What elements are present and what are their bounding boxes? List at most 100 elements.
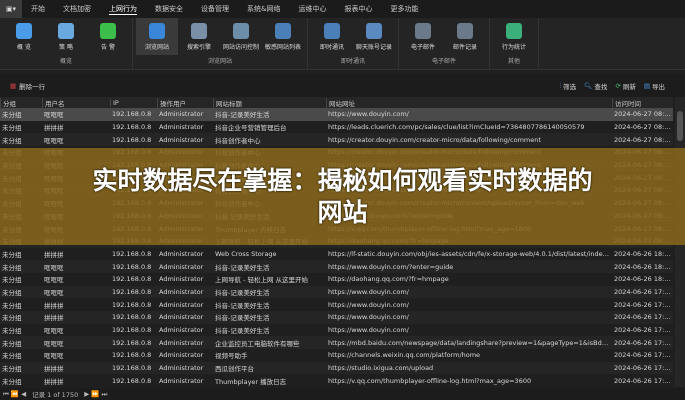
table-cell: Administrator xyxy=(159,249,204,258)
table-row[interactable]: 未分组 哐哐哐 192.168.0.8 Administrator 抖音-记录美好生活 h… xyxy=(0,108,673,121)
menu-tab[interactable]: 运维中心 xyxy=(289,4,335,14)
ribbon-button[interactable]: 搜索引擎 xyxy=(178,18,220,55)
table-cell: 192.168.0.8 xyxy=(112,364,152,373)
menu-tab[interactable]: 数据安全 xyxy=(146,4,192,14)
table-cell: 192.168.0.8 xyxy=(112,351,152,360)
table-cell: 未分组 xyxy=(2,136,22,145)
ribbon-button[interactable]: 告 警 xyxy=(87,18,129,55)
ribbon-icon xyxy=(149,22,165,39)
table-cell: 192.168.0.8 xyxy=(112,262,152,271)
ribbon-icon xyxy=(324,22,340,39)
table-cell: 未分组 xyxy=(2,250,22,259)
table-row[interactable]: 未分组 拼拼拼 192.168.0.8 Administrator 抖音企业号营销管理后… xyxy=(0,121,673,134)
table-cell: 未分组 xyxy=(2,263,22,272)
table-cell: 哐哐哐 xyxy=(44,288,64,297)
menu-tab[interactable]: 系统&网络 xyxy=(238,4,289,14)
table-row[interactable]: 未分组 拼拼拼 192.168.0.8 Administrator Thumbplaye… xyxy=(0,374,673,387)
refresh-button[interactable]: ⟳ 刷新 xyxy=(615,81,635,91)
table-row[interactable]: 未分组 哐哐哐 192.168.0.8 Administrator 企业监控员工电脑软件… xyxy=(0,336,673,350)
pager-next-buttons[interactable]: ▶ ⏩ ⏭ xyxy=(84,390,107,399)
table-cell: 未分组 xyxy=(2,352,22,361)
menu-tab[interactable]: 上网行为 xyxy=(100,4,146,14)
table-cell: 未分组 xyxy=(2,288,22,297)
table-cell: https://www.douyin.com/ xyxy=(328,287,409,296)
ribbon-icon xyxy=(16,22,32,39)
table-cell: 192.168.0.8 xyxy=(112,110,152,119)
ribbon-group: 概 览 策 略 告 警概览 xyxy=(0,18,133,69)
column-header[interactable]: 访问时间 xyxy=(612,97,673,108)
column-header[interactable]: 分组 xyxy=(0,97,42,108)
table-cell: 2024-06-27 08:51:21 xyxy=(614,123,673,132)
calendar-delete-icon: ▦ xyxy=(10,82,17,90)
ribbon-button-label: 告 警 xyxy=(101,43,115,51)
ribbon-group: 即时通讯 聊天账号记录 即时通讯 xyxy=(308,18,399,69)
table-cell: 未分组 xyxy=(2,327,22,336)
ribbon-button[interactable]: 网站访问控制 xyxy=(220,18,262,55)
ribbon-button[interactable]: 邮件记录 xyxy=(444,18,486,55)
table-cell: 2024-06-26 17:58:45 xyxy=(614,287,673,296)
table-row[interactable]: 未分组 拼拼拼 192.168.0.8 Administrator 西瓜创作平台 http… xyxy=(0,361,673,375)
menu-tab[interactable]: 开始 xyxy=(22,4,54,14)
column-header[interactable]: 操作用户 xyxy=(157,97,213,108)
table-cell: 192.168.0.8 xyxy=(112,300,152,309)
pager-prev-buttons[interactable]: ⏮ ⏪ ◀ xyxy=(3,390,26,399)
banner-line-1: 实时数据尽在掌握：揭秘如何观看实时数据的 xyxy=(92,165,593,195)
table-row[interactable]: 未分组 拼拼拼 192.168.0.8 Administrator Web Cross … xyxy=(0,248,673,261)
ribbon-group-label: 其他 xyxy=(507,58,520,65)
table-row[interactable]: 未分组 拼拼拼 192.168.0.8 Administrator 抖音-记录美好生活 h… xyxy=(0,311,673,324)
table-cell: 抖音-记录美好生活 xyxy=(215,327,270,336)
table-row[interactable]: 未分组 哐哐哐 192.168.0.8 Administrator 抖音-记录美好生活 h… xyxy=(0,324,673,337)
table-cell: 拼拼拼 xyxy=(44,301,64,310)
ribbon-button[interactable]: 浏览网站 xyxy=(136,18,178,55)
table-row[interactable]: 未分组 哐哐哐 192.168.0.8 Administrator 抖音创作者中心 htt… xyxy=(0,133,673,147)
table-cell: 192.168.0.8 xyxy=(112,123,152,132)
column-header[interactable]: 网站网址 xyxy=(326,97,612,108)
table-row[interactable]: 未分组 哐哐哐 192.168.0.8 Administrator 抖音-记录美好生活 h… xyxy=(0,285,673,299)
ribbon-group: 电子邮件 邮件记录 电子邮件 xyxy=(399,18,490,69)
menu-tab[interactable]: 报表中心 xyxy=(335,4,381,14)
table-cell: 视频号助手 xyxy=(215,352,248,361)
table-cell: 2024-06-26 17:08:40 xyxy=(614,376,673,385)
filter-button[interactable]: ⫶ 筛选 xyxy=(560,81,577,92)
ribbon-button[interactable]: 概 览 xyxy=(3,18,45,55)
table-cell: 哐哐哐 xyxy=(44,327,64,336)
table-cell: 2024-06-26 18:00:57 xyxy=(614,249,673,258)
ribbon-button[interactable]: 敏感网站列表 xyxy=(262,18,304,55)
ribbon-button[interactable]: 即时通讯 xyxy=(311,18,353,55)
ribbon-buttons: 行为统计 xyxy=(493,18,535,55)
table-cell: https://www.douyin.com/ xyxy=(328,300,409,309)
export-button[interactable]: ▤ 导出 xyxy=(644,81,665,91)
table-row[interactable]: 未分组 哐哐哐 192.168.0.8 Administrator 上网导航 - 轻松上… xyxy=(0,273,673,286)
find-button[interactable]: 🔍︎ 查找 xyxy=(584,81,607,91)
table-cell: 192.168.0.8 xyxy=(112,287,152,296)
ribbon-icon xyxy=(506,22,522,39)
table-row[interactable]: 未分组 哐哐哐 192.168.0.8 Administrator 抖音-记录美好生活 h… xyxy=(0,260,673,273)
app-menu-button[interactable]: ▣▾ xyxy=(0,0,22,18)
table-cell: 2024-06-27 08:53:10 xyxy=(614,110,673,119)
ribbon-button[interactable]: 策 略 xyxy=(45,18,87,55)
menu-tab[interactable]: 文档加密 xyxy=(54,4,100,14)
ribbon: 概 览策 略告 警概览 浏览网站 搜索引擎 网站访问控制 敏感网站列表 浏览网站 即时通讯聊… xyxy=(0,18,685,70)
table-cell: https://www.douyin.com/ xyxy=(328,110,409,119)
ribbon-button-label: 电子邮件 xyxy=(410,43,435,51)
table-header: 分组 用户名 IP 操作用户 网站标题 网站网址 访问时间 xyxy=(0,97,673,108)
column-header[interactable]: 用户名 xyxy=(42,97,110,108)
table-cell: 抖音-记录美好生活 xyxy=(215,263,270,272)
table-cell: 192.168.0.8 xyxy=(112,376,152,385)
menu-tab[interactable]: 设备管理 xyxy=(192,4,238,14)
ribbon-icon xyxy=(100,22,116,39)
ribbon-button[interactable]: 聊天账号记录 xyxy=(353,18,395,55)
menu-tab[interactable]: 更多功能 xyxy=(381,4,427,14)
scrollbar-thumb[interactable] xyxy=(677,111,683,141)
menu-bar: ▣▾ 开始 文档加密 上网行为 数据安全 设备管理 系统&网络 运维中心 报表中心 更多功能 xyxy=(0,0,685,18)
ribbon-button[interactable]: 电子邮件 xyxy=(402,18,444,55)
column-header[interactable]: IP xyxy=(110,98,157,107)
ribbon-button[interactable]: 行为统计 xyxy=(493,18,535,55)
table-row[interactable]: 未分组 哐哐哐 192.168.0.8 Administrator 视频号助手 https… xyxy=(0,349,673,362)
table-cell: 2024-06-27 08:43:01 xyxy=(614,135,673,144)
table-row[interactable]: 未分组 拼拼拼 192.168.0.8 Administrator 抖音-记录美好生活 h… xyxy=(0,298,673,311)
table-cell: 未分组 xyxy=(2,365,22,374)
column-header[interactable]: 网站标题 xyxy=(213,97,326,108)
table-cell: https://www.douyin.com/ xyxy=(328,313,409,322)
delete-row-button[interactable]: ▦ 删除一行 xyxy=(10,81,45,91)
